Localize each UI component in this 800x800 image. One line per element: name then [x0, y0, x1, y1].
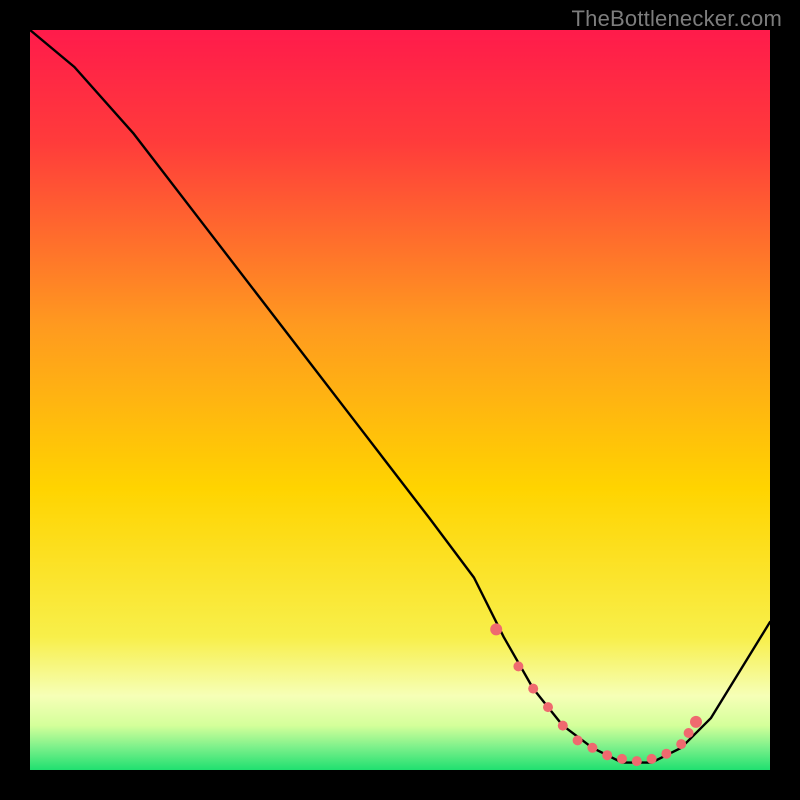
marker-dot	[617, 754, 627, 764]
marker-dot	[587, 743, 597, 753]
marker-dot	[661, 749, 671, 759]
marker-dot	[543, 702, 553, 712]
chart-plot-area	[30, 30, 770, 770]
marker-dot	[573, 735, 583, 745]
gradient-background	[30, 30, 770, 770]
marker-dot	[528, 684, 538, 694]
marker-dot	[684, 728, 694, 738]
chart-svg	[30, 30, 770, 770]
marker-dot	[490, 623, 502, 635]
marker-dot	[558, 721, 568, 731]
marker-dot	[647, 754, 657, 764]
marker-dot	[602, 750, 612, 760]
marker-dot	[690, 716, 702, 728]
chart-frame: TheBottlenecker.com	[0, 0, 800, 800]
marker-dot	[676, 739, 686, 749]
marker-dot	[513, 661, 523, 671]
attribution-label: TheBottlenecker.com	[572, 6, 782, 32]
marker-dot	[632, 756, 642, 766]
